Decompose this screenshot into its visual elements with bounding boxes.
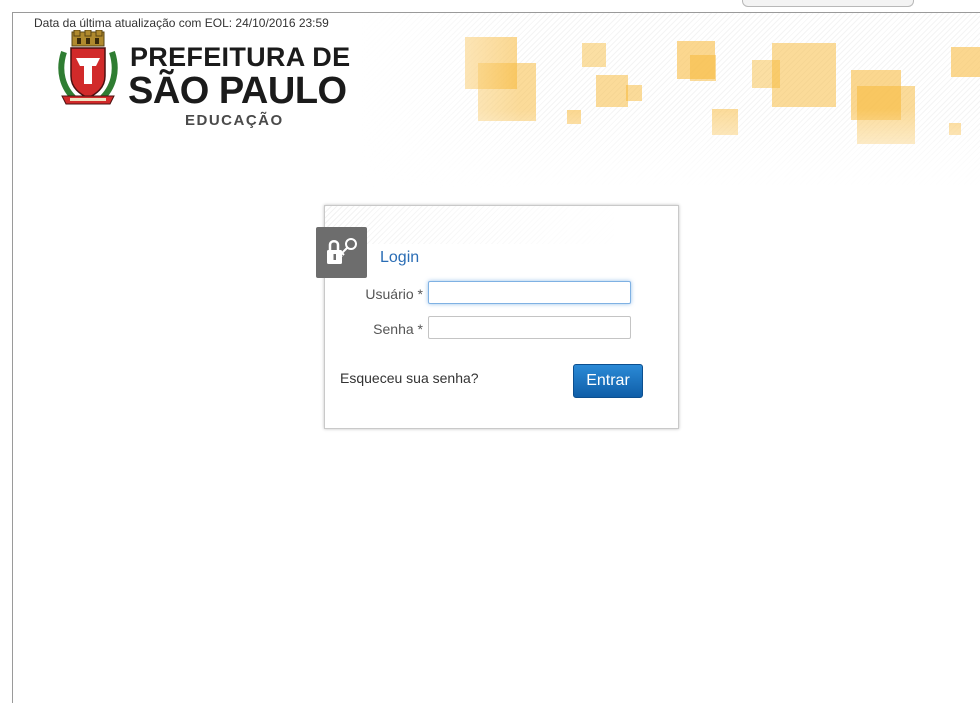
login-button[interactable]: Entrar <box>573 364 643 398</box>
coat-of-arms-icon <box>58 30 118 105</box>
logo-line-sao-paulo: SÃO PAULO <box>128 70 347 112</box>
top-tab <box>742 0 914 7</box>
password-label: Senha * <box>373 321 423 337</box>
username-field[interactable] <box>428 281 631 304</box>
username-label: Usuário * <box>365 286 423 302</box>
logo-line-educacao: EDUCAÇÃO <box>185 112 284 129</box>
lock-key-icon <box>327 238 357 264</box>
login-title: Login <box>380 249 420 266</box>
logo-line-prefeitura: PREFEITURA DE <box>130 42 351 72</box>
header-banner <box>360 13 980 188</box>
forgot-password-link[interactable]: Esqueceu sua senha? <box>340 370 479 386</box>
password-field[interactable] <box>428 316 631 339</box>
page-frame-left <box>12 12 13 703</box>
last-update-text: Data da última atualização com EOL: 24/1… <box>34 16 329 30</box>
login-badge <box>316 227 367 278</box>
